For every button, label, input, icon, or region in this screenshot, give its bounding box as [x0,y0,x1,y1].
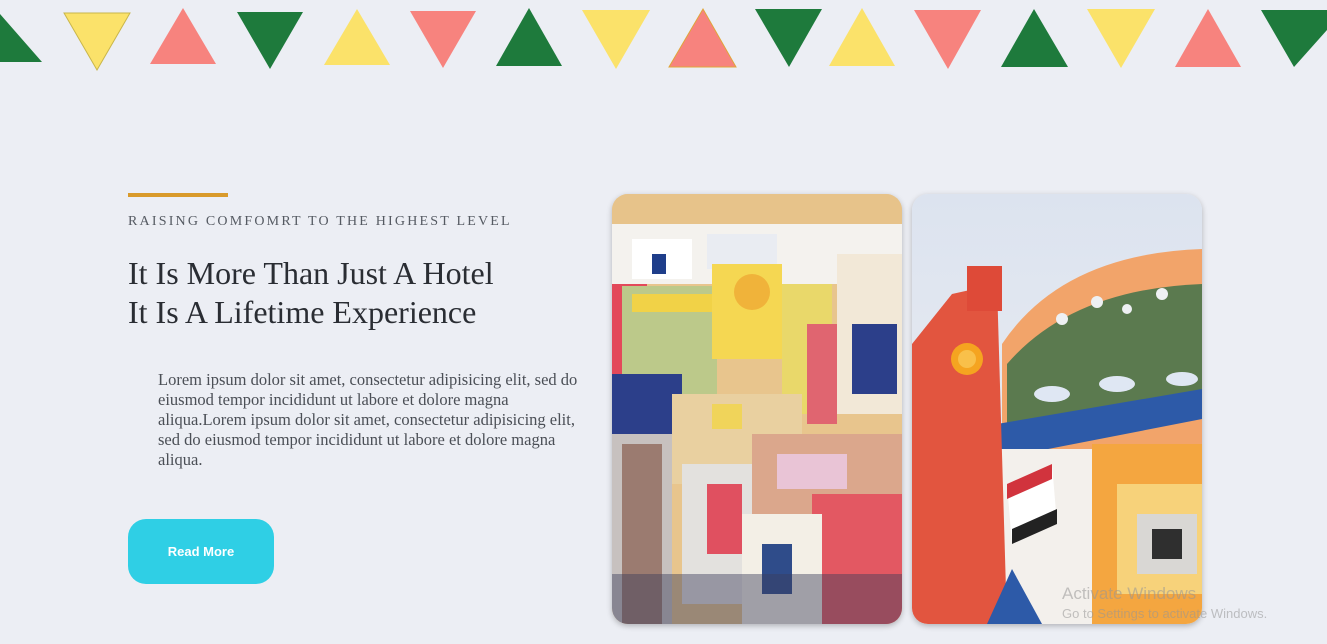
bunting-triangle [0,14,42,62]
bunting-triangle [410,11,476,68]
bunting-triangle [150,8,216,64]
bunting-triangle [237,12,303,69]
read-more-button[interactable]: Read More [128,519,274,584]
bunting-triangle [668,8,737,68]
accent-line [128,193,228,197]
activate-windows-watermark: Activate Windows Go to Settings to activ… [1062,584,1267,621]
section-eyebrow: RAISING COMFOMRT TO THE HIGHEST LEVEL [128,214,512,229]
bunting-triangle [914,10,981,69]
triangle-bunting-decoration [0,8,1327,71]
bunting-triangle [1087,9,1155,68]
bunting-triangle [1261,10,1327,67]
colorful-wall-closeup-photo [912,194,1202,624]
bunting-triangle [63,12,131,71]
headline-line-2: It Is A Lifetime Experience [128,294,477,330]
headline-line-1: It Is More Than Just A Hotel [128,255,494,291]
village-aerial-photo [612,194,902,624]
bunting-triangle [1001,9,1068,67]
hero-headline: It Is More Than Just A Hotel It Is A Lif… [128,254,494,332]
bunting-triangle [1175,9,1241,67]
bunting-triangle [496,8,562,66]
bunting-triangle [582,10,650,69]
watermark-subtitle: Go to Settings to activate Windows. [1062,606,1268,621]
bunting-triangle [324,9,390,65]
bunting-triangle [829,8,895,66]
watermark-title: Activate Windows [1062,584,1197,603]
hero-description: Lorem ipsum dolor sit amet, consectetur … [158,370,578,469]
bunting-triangle [755,9,822,67]
